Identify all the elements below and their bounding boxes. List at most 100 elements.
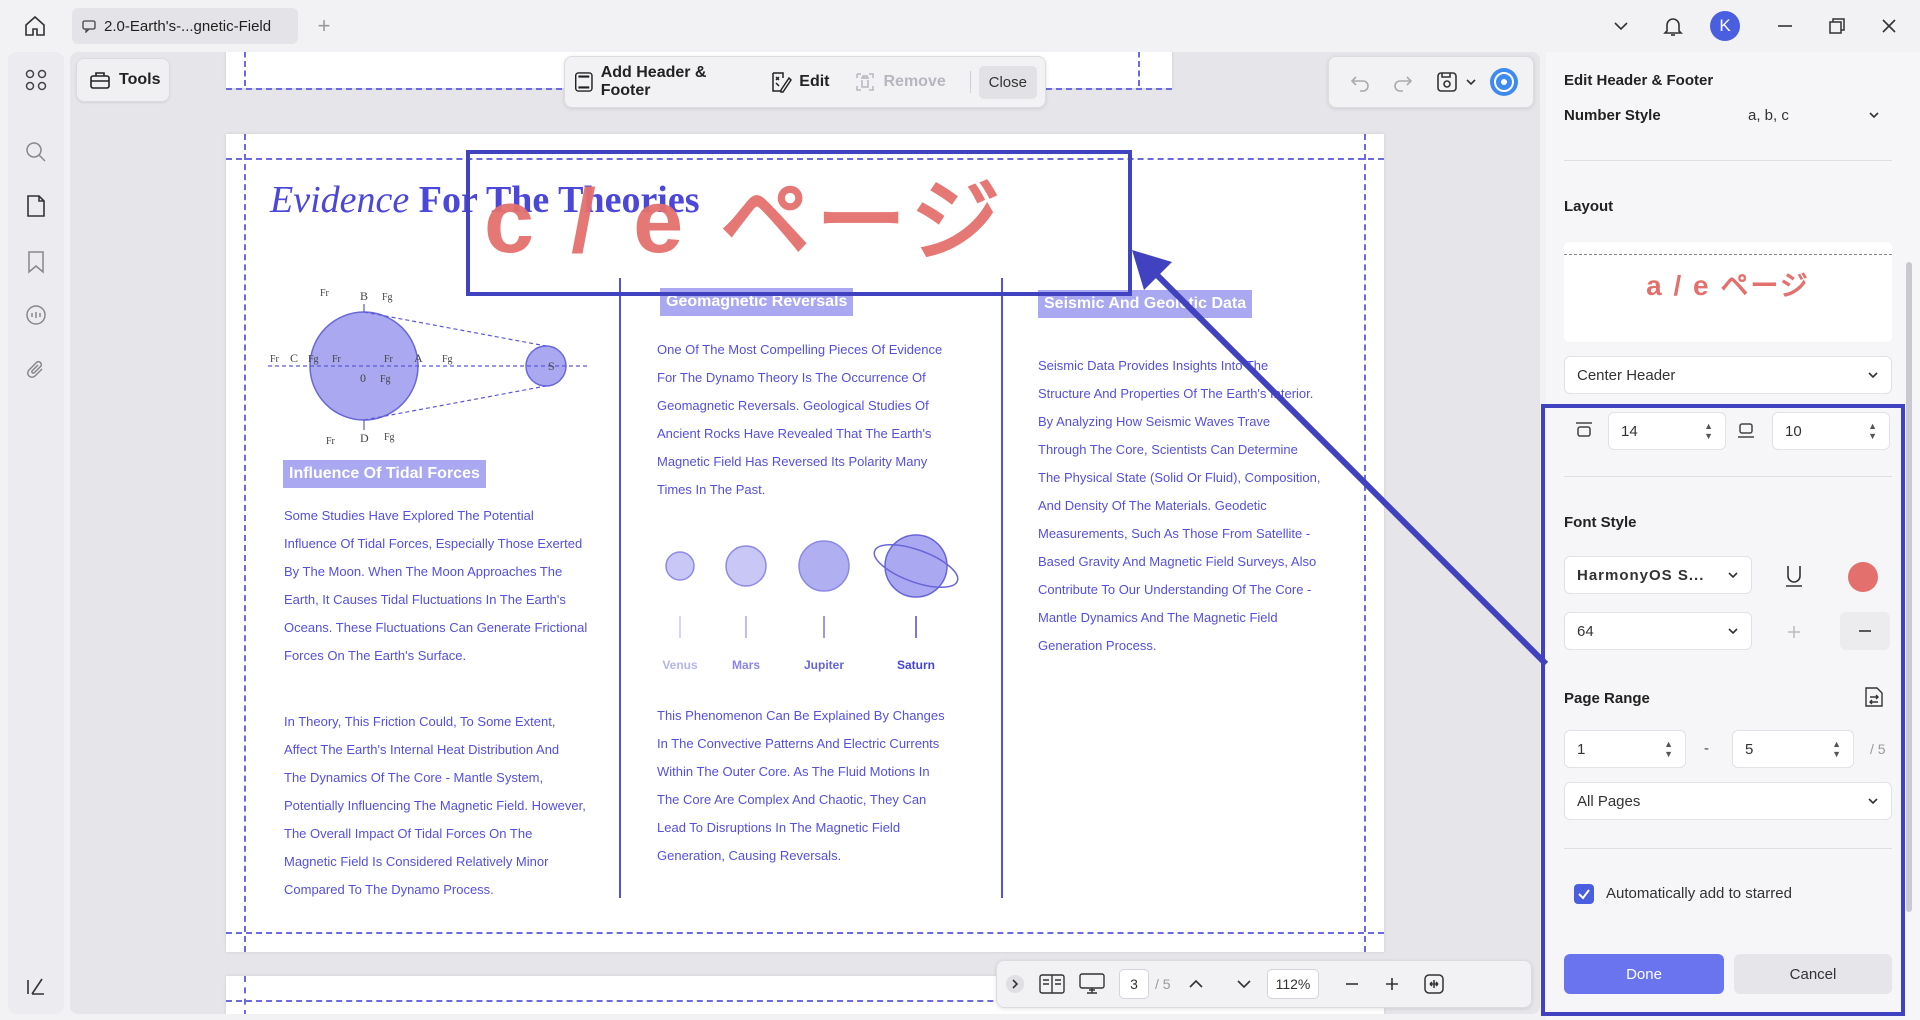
label-d: D (360, 431, 369, 445)
paragraph-tidal-2: In Theory, This Friction Could, To Some … (284, 708, 586, 904)
label-fr-r: Fr (384, 354, 394, 365)
expand-icon[interactable] (1005, 968, 1025, 1000)
divider (1564, 160, 1892, 161)
add-header-footer-label: Add Header & Footer (600, 64, 707, 99)
text-line: The Dynamics Of The Core - Mantle System… (284, 770, 544, 785)
title-bar: 2.0-Earth's-...gnetic-Field + K (0, 0, 1920, 52)
margin-guide (244, 134, 246, 952)
header-selection-box[interactable] (466, 150, 1132, 296)
ai-assistant-icon[interactable] (1489, 67, 1519, 97)
minimize-icon[interactable] (1768, 9, 1802, 43)
label-fg-c: Fg (380, 374, 391, 385)
text-line: Potentially Influencing The Magnetic Fie… (284, 798, 586, 813)
zoom-in-icon[interactable] (1383, 968, 1401, 1000)
text-line: Geomagnetic Reversals. Geological Studie… (657, 398, 929, 413)
position-value: Center Header (1577, 366, 1676, 384)
margin-guide (1364, 134, 1366, 952)
comment-icon[interactable] (22, 302, 50, 330)
zoom-out-icon[interactable] (1343, 968, 1361, 1000)
comment-icon (82, 20, 96, 33)
column-divider (619, 278, 621, 898)
text-line: Contribute To Our Understanding Of The C… (1038, 582, 1312, 597)
next-page-icon[interactable] (1235, 968, 1253, 1000)
tab-title: 2.0-Earth's-...gnetic-Field (104, 17, 272, 35)
fit-page-icon[interactable] (1423, 968, 1445, 1000)
number-style-select[interactable]: a, b, c (1736, 96, 1892, 134)
document-tab[interactable]: 2.0-Earth's-...gnetic-Field (72, 8, 298, 44)
remove-button[interactable]: Remove (853, 70, 946, 94)
chevron-down-icon (1868, 372, 1878, 379)
label-fg-r: Fg (442, 354, 453, 365)
page-layout-icon[interactable] (1039, 968, 1065, 1000)
label-fg-l: Fg (308, 354, 319, 365)
total-pages: / 5 (1155, 976, 1171, 992)
left-sidebar (8, 52, 64, 1014)
mars-icon (725, 545, 767, 587)
text-line: Through The Core, Scientists Can Determi… (1038, 442, 1298, 457)
save-icon[interactable] (1432, 67, 1461, 97)
zoom-level[interactable]: 112% (1266, 969, 1320, 999)
close-window-icon[interactable] (1872, 9, 1906, 43)
header-footer-icon (574, 72, 593, 92)
add-header-footer-button[interactable]: Add Header & Footer (573, 64, 745, 100)
page-thumbnails-icon[interactable] (22, 192, 50, 220)
undo-icon[interactable] (1345, 67, 1374, 97)
text-line: Influence Of Tidal Forces, Especially Th… (284, 536, 583, 551)
chevron-down-icon[interactable] (1463, 67, 1479, 97)
text-line: And Density Of The Materials. Geodetic (1038, 498, 1267, 513)
text-line: Times In The Past. (657, 482, 766, 497)
apps-grid-icon[interactable] (22, 66, 50, 94)
panel-title: Edit Header & Footer (1564, 72, 1714, 89)
text-line: Seismic Data Provides Insights Into The (1038, 358, 1269, 373)
text-line: In The Convective Patterns And Electric … (657, 736, 940, 751)
column-divider (1001, 278, 1003, 898)
margin-guide (244, 976, 246, 1014)
text-line: Oceans. These Fluctuations Can Generate … (284, 620, 588, 635)
jupiter-icon (798, 540, 850, 592)
sidebar-toggle-icon[interactable] (22, 972, 50, 1000)
undo-redo-toolbar (1328, 56, 1534, 108)
chevron-down-icon[interactable] (1604, 9, 1638, 43)
label-fg-tl: Fg (382, 292, 393, 303)
new-tab-button[interactable]: + (314, 14, 334, 38)
previous-page-icon[interactable] (1187, 968, 1205, 1000)
user-avatar[interactable]: K (1708, 9, 1742, 43)
text-line: Mantle Dynamics And The Magnetic Field (1038, 610, 1278, 625)
text-line: Ancient Rocks Have Revealed That The Ear… (657, 426, 932, 441)
paragraph-seismic: Seismic Data Provides Insights Into The S… (1038, 352, 1321, 660)
tools-button[interactable]: Tools (76, 58, 170, 102)
attachment-icon[interactable] (22, 356, 50, 384)
text-line: Forces On The Earth's Surface. (284, 648, 467, 663)
text-line: Generation Process. (1038, 638, 1157, 653)
preview-guide (1564, 254, 1892, 255)
text-line: One Of The Most Compelling Pieces Of Evi… (657, 342, 943, 357)
presentation-icon[interactable] (1079, 968, 1105, 1000)
redo-icon[interactable] (1388, 67, 1417, 97)
footer-guide-line (226, 932, 1384, 934)
text-line: The Overall Impact Of Tidal Forces On Th… (284, 826, 533, 841)
close-button[interactable]: Close (978, 65, 1037, 99)
text-line: The Physical State (Solid Or Fluid), Com… (1038, 470, 1321, 485)
restore-icon[interactable] (1820, 9, 1854, 43)
position-select[interactable]: Center Header (1564, 356, 1892, 394)
paragraph-reversals-2: This Phenomenon Can Be Explained By Chan… (657, 702, 945, 870)
home-icon[interactable] (18, 12, 52, 40)
text-line: Within The Outer Core. As The Fluid Moti… (657, 764, 930, 779)
preview-text: a / e ページ (1646, 270, 1810, 301)
bell-icon[interactable] (1656, 9, 1690, 43)
current-page-input[interactable]: 3 (1119, 969, 1149, 999)
toolbox-icon (90, 72, 110, 89)
edit-button[interactable]: Edit (769, 70, 829, 94)
number-style-value: a, b, c (1748, 106, 1789, 124)
edit-icon (772, 72, 793, 93)
number-style-label: Number Style (1564, 107, 1661, 124)
tools-label: Tools (119, 71, 161, 88)
planets-illustration (665, 534, 959, 638)
section-heading-tidal: Influence Of Tidal Forces (283, 460, 486, 488)
text-line: Based Gravity And Magnetic Field Surveys… (1038, 554, 1317, 569)
paragraph-tidal-1: Some Studies Have Explored The Potential… (284, 502, 587, 670)
search-icon[interactable] (22, 138, 50, 166)
bookmark-icon[interactable] (22, 248, 50, 276)
page-navigation-bar: 3 / 5 112% (996, 960, 1532, 1008)
panel-scrollbar[interactable] (1906, 262, 1912, 912)
